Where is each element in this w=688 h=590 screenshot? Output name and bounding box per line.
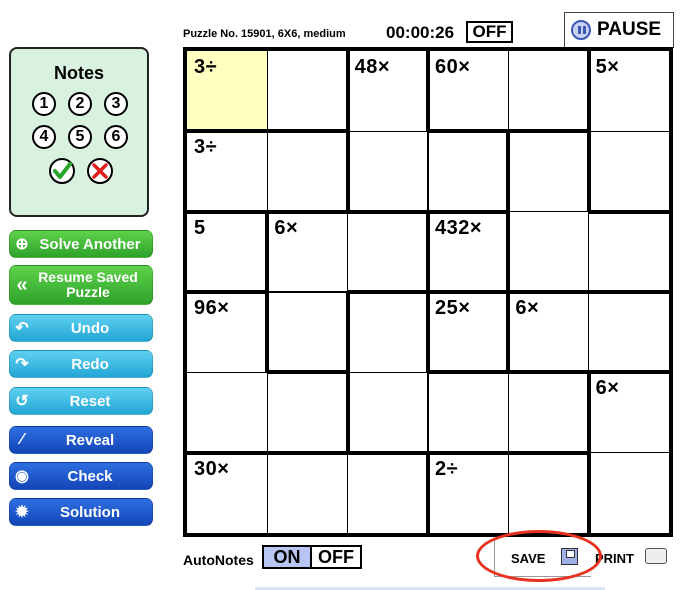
grid-cell[interactable] (510, 212, 589, 290)
puzzle-info: Puzzle No. 15901, 6X6, medium (183, 28, 346, 40)
cage-clue: 5× (595, 56, 620, 78)
redo-label: Redo (71, 355, 109, 373)
cage-clue: 432× (435, 216, 483, 239)
cage-clue: 2÷ (435, 457, 459, 480)
check-button[interactable]: ◉ Check (9, 462, 153, 490)
autonotes-on-option[interactable]: ON (264, 547, 312, 567)
check-icon[interactable] (48, 157, 76, 185)
grid-cell[interactable] (508, 51, 587, 130)
x-icon[interactable] (86, 157, 114, 185)
cage-clue: 25× (435, 297, 471, 319)
eye-icon: ◉ (15, 468, 29, 485)
note-button-3[interactable]: 3 (104, 92, 128, 116)
cage-clue: 48× (354, 56, 391, 78)
check-label: Check (67, 467, 113, 485)
note-button-1[interactable]: 1 (32, 92, 56, 116)
reset-button[interactable]: ↺ Reset (9, 387, 153, 415)
note-button-5[interactable]: 5 (68, 125, 92, 149)
highlight-ring (476, 530, 602, 582)
grid-cell[interactable] (349, 294, 426, 372)
grid-cell[interactable] (428, 133, 507, 210)
grid-cell[interactable] (590, 131, 669, 210)
notes-title: Notes (53, 63, 104, 83)
grid-cell[interactable] (508, 374, 587, 451)
puzzle-grid: 3÷ 48× 60× 5× 3÷ 5 6× 432× 96× 25× 6× 6× 30× 2÷ (183, 47, 673, 537)
note-button-4[interactable]: 4 (32, 125, 56, 149)
cage-clue: 6× (274, 216, 299, 239)
cage-clue: 6× (595, 377, 620, 400)
double-chevron-left-icon: « (16, 273, 28, 296)
pause-icon (571, 20, 591, 40)
resume-saved-puzzle-label: Resume Saved Puzzle (38, 269, 138, 300)
grid-cell[interactable] (589, 213, 669, 290)
undo-label: Undo (70, 319, 110, 337)
grid-cell[interactable] (348, 213, 426, 290)
grid-cell[interactable] (508, 454, 587, 533)
grid-cell[interactable] (348, 454, 426, 533)
undo-icon: ↶ (15, 320, 29, 337)
undo-button[interactable]: ↶ Undo (9, 314, 153, 342)
cage-clue: 6× (515, 297, 540, 319)
grid-cell[interactable] (267, 133, 346, 210)
solve-another-label: Solve Another (39, 235, 141, 253)
cage-clue: 3÷ (194, 136, 218, 159)
pause-label: PAUSE (597, 19, 662, 40)
wand-icon: ⁄ (20, 431, 24, 448)
solve-another-button[interactable]: ⊕ Solve Another (9, 230, 153, 258)
reveal-label: Reveal (65, 431, 115, 449)
plus-circle-icon: ⊕ (15, 236, 29, 253)
autonotes-toggle[interactable]: ON OFF (262, 545, 362, 569)
cage-clue: 30× (194, 457, 230, 480)
grid-cell[interactable] (267, 374, 346, 451)
resume-saved-puzzle-button[interactable]: « Resume Saved Puzzle (9, 265, 153, 305)
cage-clue: 60× (435, 56, 471, 78)
autonotes-off-option[interactable]: OFF (312, 547, 360, 567)
redo-icon: ↷ (15, 356, 29, 373)
solution-button[interactable]: ✹ Solution (9, 498, 153, 526)
timer: 00:00:26 (386, 23, 455, 42)
lightbulb-icon: ✹ (15, 504, 29, 521)
cage-clue: 5 (194, 216, 206, 239)
grid-cell[interactable] (510, 133, 587, 212)
cage-clue: 96× (194, 297, 230, 319)
grid-cell[interactable] (589, 294, 669, 371)
cage-clue: 3÷ (194, 56, 218, 78)
grid-cell[interactable] (267, 454, 348, 533)
grid-cell[interactable] (590, 453, 669, 533)
pause-button[interactable]: PAUSE (564, 12, 674, 48)
notes-panel: Notes 1 2 3 4 5 6 (9, 47, 149, 217)
solution-label: Solution (60, 503, 120, 521)
note-button-2[interactable]: 2 (68, 92, 92, 116)
redo-button[interactable]: ↷ Redo (9, 350, 153, 378)
autonotes-label: AutoNotes (183, 552, 254, 568)
grid-cell[interactable] (267, 51, 346, 130)
grid-cell[interactable] (187, 372, 267, 451)
reset-label: Reset (69, 392, 111, 410)
grid-cell[interactable] (349, 372, 428, 451)
note-button-6[interactable]: 6 (104, 125, 128, 149)
grid-cell[interactable] (349, 131, 428, 210)
grid-cell[interactable] (428, 374, 508, 451)
grid-cell[interactable] (269, 292, 346, 371)
reveal-button[interactable]: ⁄ Reveal (9, 426, 153, 454)
reset-icon: ↺ (15, 393, 29, 410)
printer-icon[interactable] (645, 548, 667, 564)
timer-toggle[interactable]: OFF (466, 21, 513, 43)
